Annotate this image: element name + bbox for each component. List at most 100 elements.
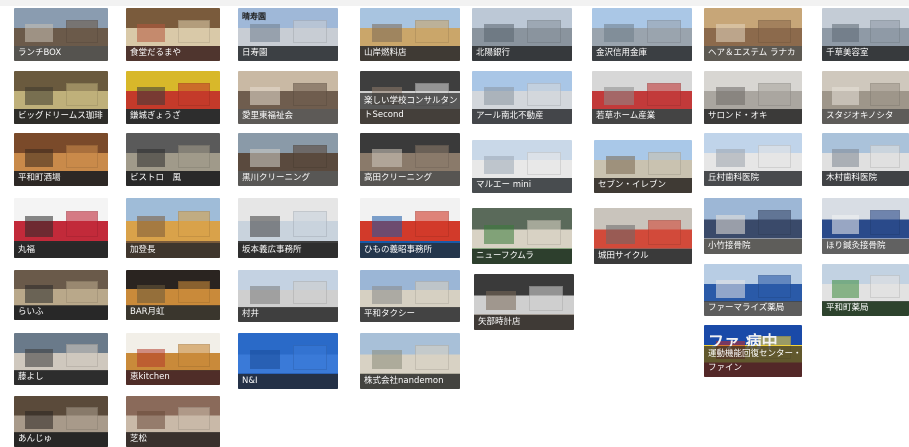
store-name-label: 黒川クリーニング [238, 171, 338, 186]
photo-detail [25, 216, 54, 237]
store-name-label: 金沢信用金庫 [592, 46, 692, 61]
photo-detail [177, 19, 210, 43]
store-name-label: ほり鍼灸接骨院 [822, 239, 909, 254]
store-name-label: N&I [238, 374, 338, 389]
photo-detail [604, 86, 634, 106]
store-tile[interactable]: 平和町薬局 [822, 264, 909, 316]
store-tile[interactable]: 加登長 [126, 198, 220, 258]
store-name-label: セブン・イレブン [594, 178, 692, 193]
store-tile[interactable]: マルエー mini [472, 140, 572, 193]
photo-detail [25, 86, 54, 106]
store-tile[interactable]: 山岸燃料店 [360, 8, 460, 61]
store-tile[interactable]: 藤よし [14, 333, 108, 385]
store-tile[interactable]: 晴寿園 日寿園 [238, 8, 338, 61]
store-name-label: ビッグドリームス珈琲 [14, 109, 108, 124]
photo-detail [372, 216, 402, 237]
photo-detail [832, 279, 859, 298]
store-tile[interactable]: ひもの義昭事務所 [360, 198, 460, 258]
store-tile[interactable]: 城田サイクル [594, 208, 692, 264]
store-name-label: マルエー mini [472, 178, 572, 193]
photo-detail [250, 86, 280, 106]
photo-detail [832, 148, 859, 168]
store-name-label: 藤よし [14, 370, 108, 385]
store-name-label: 村井 [238, 307, 338, 322]
store-tile[interactable]: ビッグドリームス珈琲 [14, 71, 108, 124]
store-name-label: 平和町薬局 [822, 301, 909, 316]
photo-detail [715, 23, 746, 43]
store-tile[interactable]: 丸福 [14, 198, 108, 258]
store-tile[interactable]: 村井 [238, 270, 338, 322]
store-tile[interactable]: 坂本義広事務所 [238, 198, 338, 258]
store-tile[interactable]: ファーマライズ薬局 [704, 264, 802, 316]
photo-detail [715, 148, 746, 168]
store-tile[interactable]: アール南北不動産 [472, 71, 572, 124]
store-tile[interactable]: ヘア＆エステム ラナカ [704, 8, 802, 61]
photo-detail [604, 23, 634, 43]
photo-detail [832, 214, 859, 235]
photo-detail [715, 86, 746, 106]
store-tile[interactable]: 鎌城ぎょうざ [126, 71, 220, 124]
store-tile[interactable]: 千草美容室 [822, 8, 909, 61]
store-tile[interactable]: 金沢信用金庫 [592, 8, 692, 61]
store-tile[interactable]: 木村歯科医院 [822, 133, 909, 186]
store-tile[interactable]: 小竹接骨院 [704, 198, 802, 254]
photo-detail [25, 348, 54, 367]
store-tile[interactable]: 平和町酒場 [14, 133, 108, 186]
store-name-label: らいふ [14, 305, 108, 320]
store-tile[interactable]: 楽しい学校コンサルタントSecond [360, 71, 460, 124]
store-name-label: BAR月虹 [126, 305, 220, 320]
photo-detail [177, 82, 210, 106]
store-tile[interactable]: 食堂だるまや [126, 8, 220, 61]
photo-detail [293, 211, 327, 238]
store-tile[interactable]: ランチBOX [14, 8, 108, 61]
store-tile[interactable]: 高田クリーニング [360, 133, 460, 186]
store-tile[interactable]: 愛里東福祉会 [238, 71, 338, 124]
photo-detail [715, 279, 746, 298]
store-tile[interactable]: 丘村歯科医院 [704, 133, 802, 186]
store-grid: ランチBOX 食堂だるまや 晴寿園 日寿園山岸燃料店 北陽銀行金沢信用金庫 ヘア＆エステム… [0, 0, 909, 447]
photo-detail [293, 345, 327, 370]
store-name-label: 芝松 [126, 432, 220, 447]
store-name-label: 若草ホーム産業 [592, 109, 692, 124]
store-tile[interactable]: 平和タクシー [360, 270, 460, 322]
photo-detail [527, 19, 561, 43]
store-tile[interactable]: あんじゅ [14, 396, 108, 447]
store-tile[interactable]: ほり鍼灸接骨院 [822, 198, 909, 254]
store-name-label: 楽しい学校コンサルタントSecond [360, 93, 460, 124]
store-name-label: アール南北不動産 [472, 109, 572, 124]
store-tile[interactable]: ファ 病中 運動機能回復センター・ファイン [704, 325, 802, 377]
photo-detail [869, 275, 900, 299]
photo-detail [605, 224, 636, 245]
store-tile[interactable]: 若草ホーム産業 [592, 71, 692, 124]
store-tile[interactable]: 株式会社nandemon [360, 333, 460, 389]
store-tile[interactable]: セブン・イレブン [594, 140, 692, 193]
photo-detail [832, 23, 859, 43]
store-tile[interactable]: N&I [238, 333, 338, 389]
store-tile[interactable]: らいふ [14, 270, 108, 320]
store-tile[interactable]: BAR月虹 [126, 270, 220, 320]
photo-detail [527, 220, 561, 245]
store-tile[interactable]: 恵kitchen [126, 333, 220, 385]
photo-detail [137, 216, 166, 237]
store-name-label: 平和タクシー [360, 307, 460, 322]
store-tile[interactable]: 矢部時計店 [474, 274, 574, 330]
store-tile[interactable]: 北陽銀行 [472, 8, 572, 61]
photo-detail [250, 285, 280, 304]
store-name-label: 木村歯科医院 [822, 171, 909, 186]
store-name-label: 恵kitchen [126, 370, 220, 385]
photo-detail [65, 144, 98, 168]
photo-detail [293, 281, 327, 305]
store-tile[interactable]: ビストロ 風 [126, 133, 220, 186]
store-tile[interactable]: サロンド・オキ [704, 71, 802, 124]
store-name-label: 千草美容室 [822, 46, 909, 61]
store-tile[interactable]: 芝松 [126, 396, 220, 447]
photo-detail [293, 144, 327, 168]
store-name-label: 山岸燃料店 [360, 46, 460, 61]
store-tile[interactable]: 黒川クリーニング [238, 133, 338, 186]
photo-detail [372, 349, 402, 370]
photo-detail [527, 151, 561, 175]
photo-detail [647, 220, 682, 245]
store-tile[interactable]: スタジオキノシタ [822, 71, 909, 124]
store-tile[interactable]: ニューフクムラ [472, 208, 572, 264]
store-name-label: 高田クリーニング [360, 171, 460, 186]
